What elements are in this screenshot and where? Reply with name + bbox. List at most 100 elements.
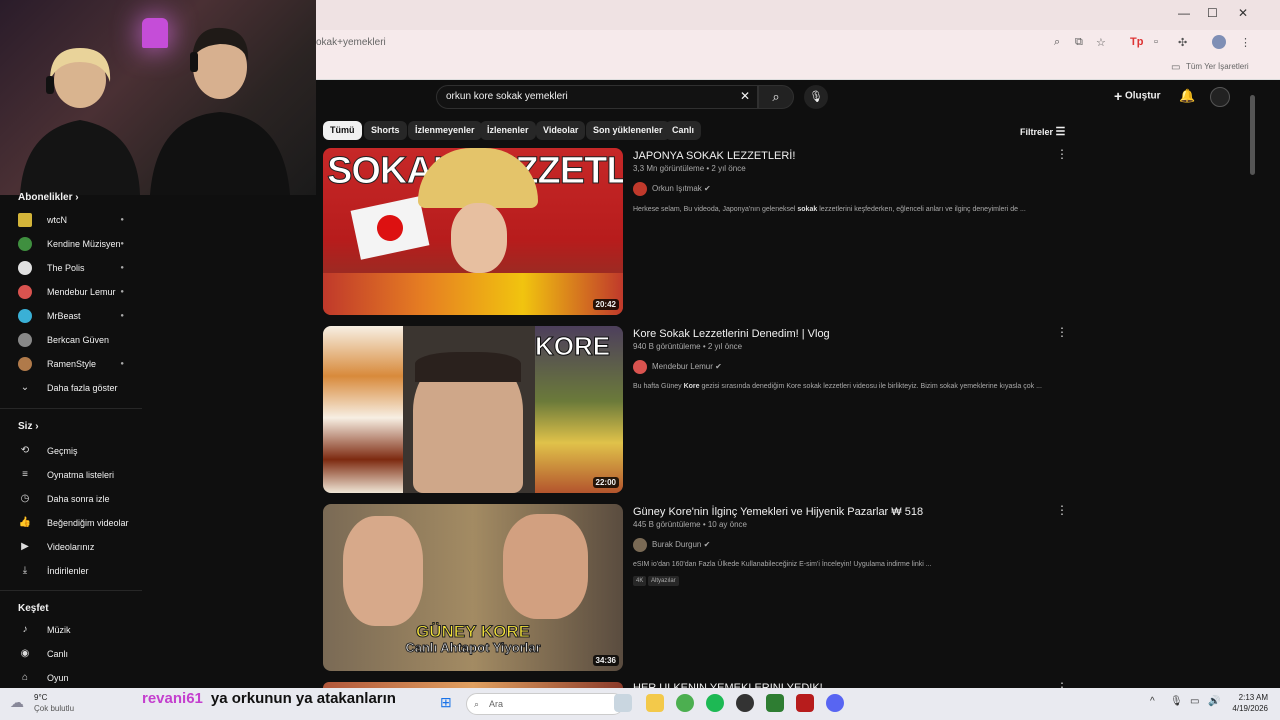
video-meta: 940 B görüntüleme • 2 yıl önce: [633, 342, 743, 351]
filters-button[interactable]: Filtreler ☰: [1020, 125, 1065, 138]
extension-icon[interactable]: Tp: [1130, 36, 1143, 48]
close-window-icon[interactable]: ✕: [1238, 6, 1248, 20]
more-actions-icon[interactable]: ⋮: [1056, 503, 1068, 517]
sidebar-item-mendebur-lemur[interactable]: Mendebur Lemur ●: [0, 281, 142, 303]
chip-all[interactable]: Tümü: [323, 121, 362, 140]
taskbar-app-widget[interactable]: [614, 694, 632, 712]
chip-videos[interactable]: Videolar: [536, 121, 586, 140]
sidebar-item-downloads[interactable]: ⤓ İndirilenler: [0, 560, 142, 582]
music-icon: ♪: [22, 624, 28, 635]
install-icon[interactable]: ⧉: [1075, 36, 1083, 49]
sidebar-item-the-polis[interactable]: The Polis ●: [0, 257, 142, 279]
more-actions-icon[interactable]: ⋮: [1056, 680, 1068, 688]
hair-image: [415, 352, 521, 382]
account-avatar[interactable]: [1210, 87, 1230, 107]
taskbar-search[interactable]: ⌕ Ara: [466, 693, 624, 715]
file-explorer-icon[interactable]: [646, 694, 664, 712]
clear-search-icon[interactable]: ✕: [740, 89, 750, 103]
zoom-icon[interactable]: ⌕: [1054, 36, 1060, 49]
chip-shorts[interactable]: Shorts: [364, 121, 407, 140]
clock-time[interactable]: 2:13 AM: [1228, 693, 1268, 702]
clock-date[interactable]: 4/19/2026: [1228, 704, 1268, 713]
video-description: eSIM io'dan 160'dan Fazla Ülkede Kullana…: [633, 561, 932, 568]
sidebar-item-your-videos[interactable]: ▶ Videolarınız: [0, 536, 142, 558]
sidebar-item-kendine-muzisyen[interactable]: Kendine Müzisyen ●: [0, 233, 142, 255]
download-icon: ⤓: [22, 565, 28, 576]
sidebar-item-history[interactable]: ⟲ Geçmiş: [0, 440, 142, 462]
extension-2-icon[interactable]: ▫: [1154, 36, 1158, 48]
video-description: Bu hafta Güney Kore gezisi sırasında den…: [633, 383, 1042, 390]
channel-avatar: [18, 309, 32, 323]
duration-badge: 22:00: [592, 477, 619, 488]
live-icon: ◉: [20, 648, 30, 659]
sidebar-item-gaming[interactable]: ⌂ Oyun: [0, 667, 142, 689]
new-content-dot: ●: [120, 289, 124, 295]
sushi-image: [323, 273, 623, 315]
sidebar-item-mrbeast[interactable]: MrBeast ●: [0, 305, 142, 327]
chip-watched[interactable]: İzlenenler: [480, 121, 536, 140]
weather-icon[interactable]: ☁: [10, 694, 24, 711]
notifications-bell-icon[interactable]: 🔔: [1179, 88, 1195, 104]
channel-avatar: [18, 213, 32, 227]
create-button[interactable]: + Oluştur: [1114, 88, 1161, 104]
video-meta: 445 B görüntüleme • 10 ay önce: [633, 520, 747, 529]
food-image: [323, 326, 403, 493]
chip-unwatched[interactable]: İzlenmeyenler: [408, 121, 482, 140]
chat-username: revani61: [142, 690, 203, 707]
video-title[interactable]: JAPONYA SOKAK LEZZETLERİ!: [633, 150, 795, 162]
profile-avatar[interactable]: [1212, 35, 1226, 49]
thumbnail-text: KORE: [534, 331, 611, 362]
bookmark-star-icon[interactable]: ☆: [1096, 36, 1106, 49]
voice-search-button[interactable]: 🎙: [804, 85, 828, 109]
more-actions-icon[interactable]: ⋮: [1056, 325, 1068, 339]
channel-link[interactable]: Orkun Işıtmak ✔: [633, 182, 711, 196]
chip-live[interactable]: Canlı: [665, 121, 702, 140]
video-title[interactable]: Kore Sokak Lezzetlerini Denedim! | Vlog: [633, 328, 830, 340]
all-bookmarks-link[interactable]: Tüm Yer İşaretleri: [1186, 62, 1249, 71]
browser-menu-icon[interactable]: ⋮: [1240, 36, 1251, 49]
channel-link[interactable]: Burak Durgun ✔: [633, 538, 710, 552]
video-title[interactable]: Güney Kore'nin İlginç Yemekleri ve Hijye…: [633, 506, 923, 518]
channel-link[interactable]: Mendebur Lemur ✔: [633, 360, 722, 374]
app-icon[interactable]: [766, 694, 784, 712]
microphone-icon[interactable]: 🎙: [1170, 696, 1183, 707]
channel-name: Orkun Işıtmak: [652, 184, 702, 194]
sidebar-item-music[interactable]: ♪ Müzik: [0, 619, 142, 641]
app-icon[interactable]: [736, 694, 754, 712]
sidebar-item-ramenstyle[interactable]: RamenStyle ●: [0, 353, 142, 375]
spotify-icon[interactable]: [706, 694, 724, 712]
minimize-icon[interactable]: —: [1178, 6, 1190, 20]
maximize-icon[interactable]: ☐: [1207, 6, 1218, 20]
subscriptions-heading[interactable]: Abonelikler ›: [18, 192, 79, 203]
new-content-dot: ●: [120, 217, 124, 223]
show-more-button[interactable]: ⌄ Daha fazla göster: [0, 377, 142, 399]
search-icon: ⌕: [474, 699, 480, 709]
video-thumbnail[interactable]: SOKAK LEZZETLERİ 20:42: [323, 148, 623, 315]
tray-chevron-icon[interactable]: ^: [1150, 696, 1155, 707]
video-thumbnail[interactable]: GÜNEY KORE Canlı Ahtapot Yiyorlar 34:36: [323, 504, 623, 671]
sidebar-item-playlists[interactable]: ≡ Oynatma listeleri: [0, 464, 142, 486]
sidebar-item-wtcn[interactable]: wtcN ●: [0, 209, 142, 231]
sidebar-item-watch-later[interactable]: ◷ Daha sonra izle: [0, 488, 142, 510]
sidebar-item-berkcan-guven[interactable]: Berkcan Güven: [0, 329, 142, 351]
extensions-puzzle-icon[interactable]: ✣: [1178, 36, 1187, 49]
sidebar: Abonelikler › wtcN ● Kendine Müzisyen ● Th…: [0, 192, 142, 685]
sidebar-item-liked-videos[interactable]: 👍 Beğendiğim videolar: [0, 512, 142, 534]
folder-icon: ▭: [1171, 62, 1181, 73]
chip-recent[interactable]: Son yüklenenler: [586, 121, 670, 140]
channel-name: Mendebur Lemur: [652, 362, 713, 372]
video-thumbnail[interactable]: KORE 22:00: [323, 326, 623, 493]
search-input[interactable]: orkun kore sokak yemekleri: [436, 85, 758, 109]
sidebar-item-live[interactable]: ◉ Canlı: [0, 643, 142, 665]
windows-start-icon[interactable]: ⊞: [440, 694, 452, 711]
discord-icon[interactable]: [826, 694, 844, 712]
chrome-icon[interactable]: [676, 694, 694, 712]
app-icon[interactable]: [796, 694, 814, 712]
channel-avatar: [18, 261, 32, 275]
network-icon[interactable]: ▭: [1190, 696, 1199, 707]
volume-icon[interactable]: 🔊: [1208, 696, 1220, 707]
more-actions-icon[interactable]: ⋮: [1056, 147, 1068, 161]
search-button[interactable]: ⌕: [758, 85, 794, 109]
you-heading[interactable]: Siz ›: [18, 421, 39, 432]
scrollbar[interactable]: [1250, 95, 1255, 175]
